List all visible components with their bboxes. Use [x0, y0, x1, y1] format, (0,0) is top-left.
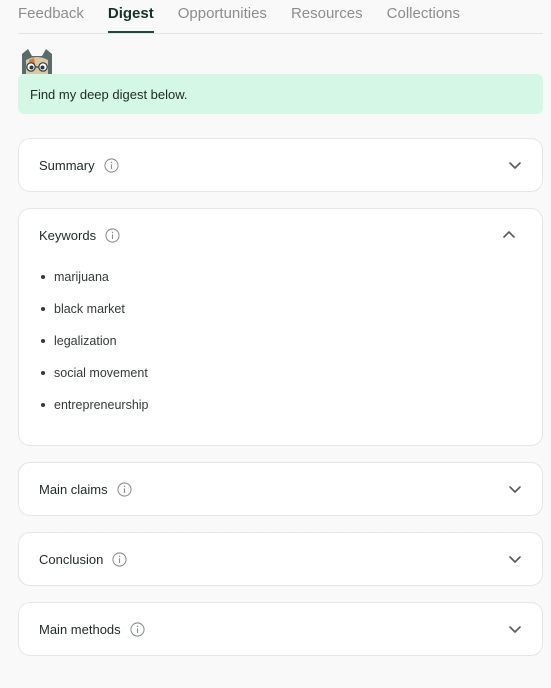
tab-collections[interactable]: Collections [387, 0, 460, 32]
summary-header[interactable]: Summary [39, 139, 522, 191]
main-claims-title: Main claims [39, 481, 108, 497]
tab-digest[interactable]: Digest [107, 0, 154, 33]
keyword-item: marijuana [39, 267, 149, 299]
conclusion-header[interactable]: Conclusion [39, 533, 522, 585]
digest-message-text: Find my deep digest below. [30, 87, 188, 102]
chevron-down-icon[interactable] [508, 622, 522, 636]
main-claims-header[interactable]: Main claims [39, 463, 522, 515]
chevron-down-icon[interactable] [508, 482, 522, 496]
tab-opportunities[interactable]: Opportunities [178, 0, 267, 32]
conclusion-title: Conclusion [39, 551, 104, 567]
keywords-header[interactable]: Keywords [39, 209, 515, 261]
main-methods-header[interactable]: Main methods [39, 603, 522, 655]
cat-avatar-icon [22, 49, 52, 74]
tab-feedback[interactable]: Feedback [18, 0, 84, 32]
tab-resources[interactable]: Resources [291, 0, 363, 32]
chevron-down-icon[interactable] [508, 552, 522, 566]
keyword-item: social movement [39, 363, 149, 395]
main-methods-section: Main methods [18, 602, 543, 656]
summary-title: Summary [39, 157, 95, 173]
summary-section: Summary [18, 138, 543, 192]
info-circle-icon[interactable] [105, 227, 120, 243]
main-methods-title: Main methods [39, 621, 121, 637]
info-circle-icon[interactable] [104, 157, 119, 173]
chevron-up-icon[interactable] [502, 228, 516, 242]
conclusion-section: Conclusion [18, 532, 543, 586]
keywords-section: Keywords marijuana black market legaliza… [18, 208, 543, 446]
info-circle-icon[interactable] [130, 621, 145, 637]
info-circle-icon[interactable] [117, 481, 132, 497]
keyword-item: legalization [39, 331, 149, 363]
tab-bar: Feedback Digest Opportunities Resources … [18, 0, 543, 34]
main-claims-section: Main claims [18, 462, 543, 516]
digest-message: Find my deep digest below. [18, 74, 543, 114]
chevron-down-icon[interactable] [508, 158, 522, 172]
info-circle-icon[interactable] [112, 551, 127, 567]
digest-page: Feedback Digest Opportunities Resources … [0, 0, 551, 688]
keyword-item: black market [39, 299, 149, 331]
keywords-list: marijuana black market legalization soci… [39, 267, 149, 427]
keyword-item: entrepreneurship [39, 395, 149, 427]
keywords-title: Keywords [39, 227, 97, 243]
